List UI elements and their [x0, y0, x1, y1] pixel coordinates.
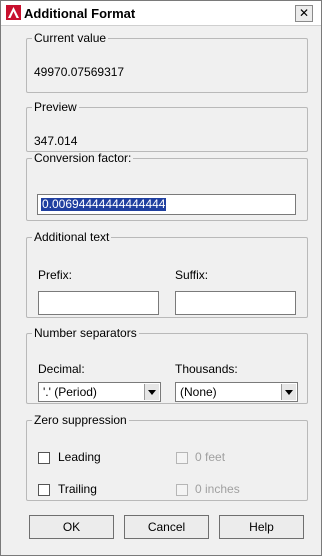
- thousands-separator-select[interactable]: (None): [175, 382, 298, 402]
- close-button[interactable]: ✕: [295, 5, 313, 22]
- additional-text-legend: Additional text: [34, 230, 110, 244]
- suffix-label: Suffix:: [175, 268, 209, 282]
- number-separators-legend: Number separators: [34, 326, 137, 340]
- autocad-icon: [6, 5, 21, 20]
- current-value-group: Current value 49970.07569317: [26, 31, 308, 93]
- trailing-checkbox[interactable]: [38, 484, 50, 496]
- preview-value-text: 347.014: [34, 134, 78, 148]
- chevron-down-icon[interactable]: [144, 384, 159, 400]
- cancel-button[interactable]: Cancel: [124, 515, 209, 539]
- thousands-label: Thousands:: [175, 362, 238, 376]
- current-value-legend: Current value: [34, 31, 107, 45]
- decimal-separator-select[interactable]: '.' (Period): [38, 382, 161, 402]
- help-button[interactable]: Help: [219, 515, 304, 539]
- trailing-label[interactable]: Trailing: [58, 482, 97, 496]
- prefix-label: Prefix:: [38, 268, 73, 282]
- dialog-title: Additional Format: [24, 6, 136, 21]
- chevron-down-icon[interactable]: [281, 384, 296, 400]
- zero-suppression-group: Zero suppression Leading Trailing 0 feet…: [26, 413, 308, 501]
- zero-feet-checkbox[interactable]: [176, 452, 188, 464]
- preview-group: Preview 347.014: [26, 100, 308, 152]
- zero-inches-checkbox[interactable]: [176, 484, 188, 496]
- leading-checkbox[interactable]: [38, 452, 50, 464]
- ok-button[interactable]: OK: [29, 515, 114, 539]
- conversion-factor-group: Conversion factor: 0.00694444444444444: [26, 151, 308, 221]
- prefix-input[interactable]: [38, 291, 159, 315]
- leading-label[interactable]: Leading: [58, 450, 101, 464]
- additional-format-dialog: Additional Format ✕ Current value 49970.…: [0, 0, 322, 556]
- zero-suppression-legend: Zero suppression: [34, 413, 127, 427]
- additional-text-group: Additional text Prefix: Suffix:: [26, 230, 308, 318]
- preview-legend: Preview: [34, 100, 77, 114]
- current-value-text: 49970.07569317: [34, 65, 125, 79]
- conversion-factor-value: 0.00694444444444444: [41, 197, 167, 211]
- zero-feet-label: 0 feet: [195, 450, 226, 464]
- title-bar: Additional Format ✕: [1, 1, 321, 26]
- conversion-factor-legend: Conversion factor:: [34, 151, 132, 165]
- suffix-input[interactable]: [175, 291, 296, 315]
- number-separators-group: Number separators Decimal: '.' (Period) …: [26, 326, 308, 404]
- decimal-separator-value: '.' (Period): [43, 385, 97, 399]
- zero-inches-label: 0 inches: [195, 482, 240, 496]
- close-icon: ✕: [298, 6, 310, 20]
- conversion-factor-input[interactable]: 0.00694444444444444: [37, 194, 296, 215]
- thousands-separator-value: (None): [180, 385, 217, 399]
- decimal-label: Decimal:: [38, 362, 85, 376]
